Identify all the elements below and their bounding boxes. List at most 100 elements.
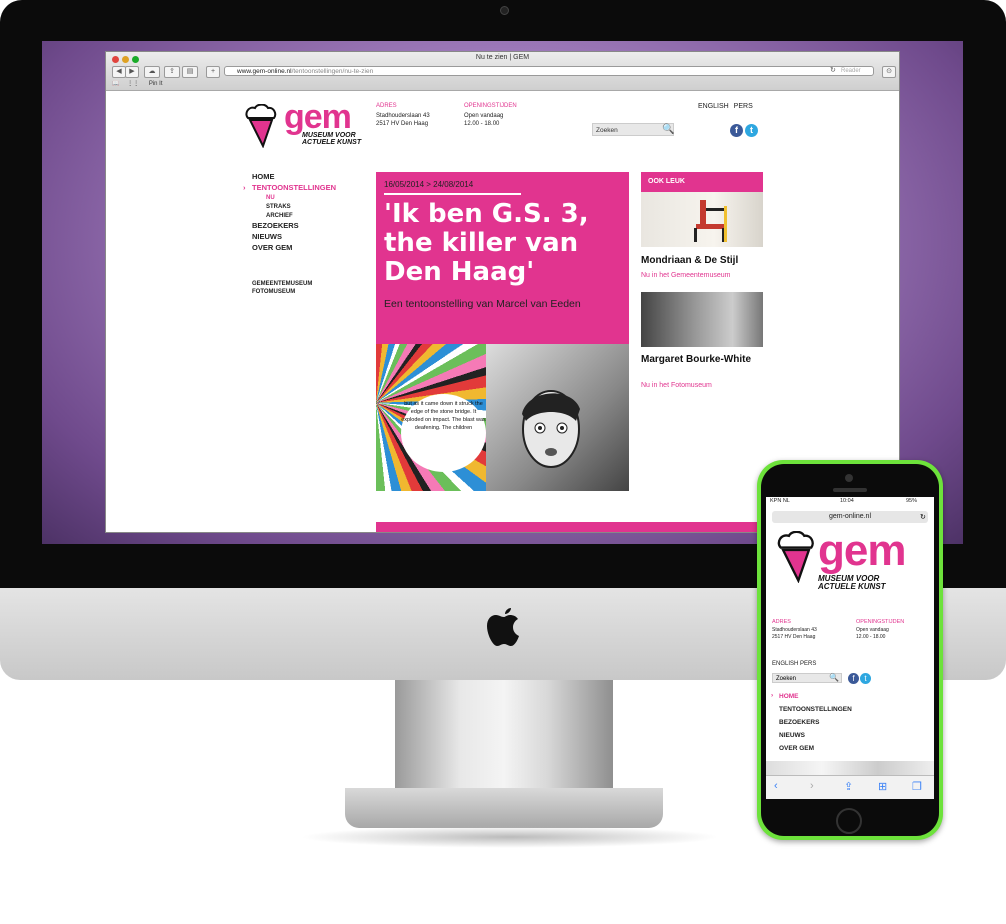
nav-tentoonstellingen[interactable]: TENTOONSTELLINGEN [252, 183, 336, 193]
twitter-icon[interactable]: t [745, 124, 758, 137]
feature-title: 'Ik ben G.S. 3, the killer van Den Haag' [384, 199, 589, 287]
phone-open-line1: Open vandaag [856, 627, 889, 633]
adres-text: Stadhouderslaan 43 2517 HV Den Haag [376, 112, 430, 128]
address-bar[interactable]: www.gem-online.nl/tentoonstellingen/nu-t… [224, 66, 874, 76]
iphone-screen: KPN NL 10:04 95% gem-online.nl ↻ gem MUS… [766, 497, 934, 799]
downloads-icon[interactable]: ⊙ [882, 66, 896, 78]
facebook-icon[interactable]: f [730, 124, 743, 137]
speaker-grille [833, 488, 867, 492]
phone-forward-icon[interactable]: › [810, 780, 814, 792]
phone-address-bar[interactable]: gem-online.nl [772, 511, 928, 523]
phone-logo-wordmark[interactable]: gem [818, 529, 906, 573]
bourke-white-thumbnail[interactable] [641, 292, 763, 347]
carrier: KPN NL [770, 498, 790, 504]
nav-nieuws[interactable]: NIEUWS [252, 232, 282, 242]
subnav-straks[interactable]: STRAKS [266, 203, 291, 211]
phone-language-links[interactable]: ENGLISH PERS [772, 661, 816, 668]
share-icon[interactable]: ⇪ [164, 66, 180, 78]
url-host: www.gem-online.nl [237, 68, 292, 75]
phone-nav-nieuws[interactable]: NIEUWS [779, 732, 805, 739]
phone-icecream-logo-icon[interactable] [776, 531, 816, 583]
adres-line2: 2517 HV Den Haag [376, 121, 429, 127]
icloud-icon[interactable]: ☁ [144, 66, 160, 78]
subnav-nu[interactable]: NU [266, 194, 275, 202]
nav-home[interactable]: HOME [252, 172, 275, 182]
imac-shadow [300, 826, 720, 848]
reload-icon[interactable]: ↻ [830, 66, 836, 74]
phone-reload-icon[interactable]: ↻ [920, 513, 926, 521]
phone-nav-home[interactable]: HOME [779, 693, 799, 700]
phone-nav-tentoonstellingen[interactable]: TENTOONSTELLINGEN [779, 706, 852, 713]
bourke-white-title[interactable]: Margaret Bourke-White [641, 354, 751, 365]
grid-icon[interactable]: ⋮⋮ [127, 81, 139, 87]
subnav-archief[interactable]: ARCHIEF [266, 212, 293, 220]
adres-line1: Stadhouderslaan 43 [376, 113, 430, 119]
phone-facebook-icon[interactable]: f [848, 673, 859, 684]
logo-subtitle: MUSEUM VOOR ACTUELE KUNST [302, 132, 361, 146]
phone-openingstijden-label: OPENINGSTIJDEN [856, 619, 905, 625]
phone-openingstijden-text: Open vandaag 12.00 - 18.00 [856, 627, 889, 641]
phone-adres-line1: Stadhouderslaan 43 [772, 627, 817, 633]
artwork-face-image [486, 344, 629, 491]
tabs-icon[interactable]: ▤ [182, 66, 198, 78]
battery: 95% [906, 498, 918, 504]
book-icon[interactable]: 📖 [112, 81, 119, 87]
mondriaan-thumbnail[interactable] [641, 192, 763, 247]
red-blue-chair-icon [694, 200, 727, 242]
phone-adres-text: Stadhouderslaan 43 2517 HV Den Haag [772, 627, 817, 641]
phone-search-icon[interactable]: 🔍 [829, 673, 839, 682]
phone-adres-line2: 2517 HV Den Haag [772, 634, 816, 640]
feature-artwork[interactable]: but as it came down it struck the edge o… [376, 344, 629, 491]
language-links[interactable]: ENGLISH PERS [698, 103, 753, 110]
phone-share-icon[interactable]: ⇪ [844, 780, 853, 793]
nav-bezoekers[interactable]: BEZOEKERS [252, 221, 299, 231]
phone-nav-arrow-icon: › [771, 692, 774, 699]
apple-logo-icon [487, 608, 519, 646]
mondriaan-link[interactable]: Nu in het Gemeentemuseum [641, 272, 731, 279]
phone-logo-subtitle: MUSEUM VOOR ACTUELE KUNST [818, 575, 886, 591]
phone-back-icon[interactable]: ‹ [774, 780, 778, 792]
back-button[interactable]: ◀ [112, 66, 126, 78]
forward-button[interactable]: ▶ [125, 66, 139, 78]
phone-nav-over-gem[interactable]: OVER GEM [779, 745, 814, 752]
openingstijden-label: OPENINGSTIJDEN [464, 103, 517, 109]
bookmark-pinit[interactable]: Pin It [149, 81, 163, 87]
face-drawing-icon [522, 390, 580, 468]
iphone-home-button[interactable] [836, 808, 862, 834]
reader-button[interactable]: Reader [841, 67, 871, 75]
status-bar: KPN NL 10:04 95% [766, 497, 934, 506]
bookmarks-bar: 📖 ⋮⋮ Pin It [106, 79, 899, 90]
speech-bubble: but as it came down it struck the edge o… [401, 394, 486, 472]
new-tab-button[interactable]: + [206, 66, 220, 78]
phone-nav-bezoekers[interactable]: BEZOEKERS [779, 719, 819, 726]
phone-toolbar: ‹ › ⇪ ⊞ ❐ [766, 775, 934, 799]
phone-logo-subtitle-line2: ACTUELE KUNST [818, 582, 886, 591]
mondriaan-title[interactable]: Mondriaan & De Stijl [641, 255, 738, 266]
footer-bar [376, 522, 763, 532]
search-icon[interactable]: 🔍 [662, 124, 674, 135]
phone-open-line2: 12.00 - 18.00 [856, 634, 886, 640]
phone-twitter-icon[interactable]: t [860, 673, 871, 684]
link-fotomuseum[interactable]: FOTOMUSEUM [252, 288, 295, 296]
nav-over-gem[interactable]: OVER GEM [252, 243, 292, 253]
window-title: Nu te zien | GEM [475, 54, 530, 61]
url-path: /tentoonstellingen/nu-te-zien [291, 68, 374, 75]
feature-subtitle: Een tentoonstelling van Marcel van Eeden [384, 298, 581, 310]
link-gemeentemuseum[interactable]: GEMEENTEMUSEUM [252, 280, 312, 288]
phone-tabs-icon[interactable]: ❐ [912, 780, 922, 793]
bourke-white-link[interactable]: Nu in het Fotomuseum [641, 382, 712, 389]
nav-arrow-icon: › [243, 183, 246, 192]
ook-leuk-header: OOK LEUK [641, 172, 763, 192]
open-line2: 12.00 - 18.00 [464, 121, 500, 127]
feature-card[interactable]: 16/05/2014 > 24/08/2014 'Ik ben G.S. 3, … [376, 172, 629, 344]
logo-subtitle-line1: MUSEUM VOOR [302, 132, 356, 139]
feature-dates: 16/05/2014 > 24/08/2014 [384, 180, 521, 195]
imac-stand [395, 680, 613, 790]
browser-titlebar: Nu te zien | GEM ◀ ▶ ☁ ⇪ ▤ + www.gem-onl… [106, 52, 899, 91]
clock: 10:04 [840, 498, 854, 504]
imac-foot [345, 788, 663, 828]
phone-bookmarks-icon[interactable]: ⊞ [878, 780, 887, 793]
icecream-logo-icon[interactable] [244, 104, 278, 148]
front-camera-icon [845, 474, 853, 482]
open-line1: Open vandaag [464, 113, 504, 119]
